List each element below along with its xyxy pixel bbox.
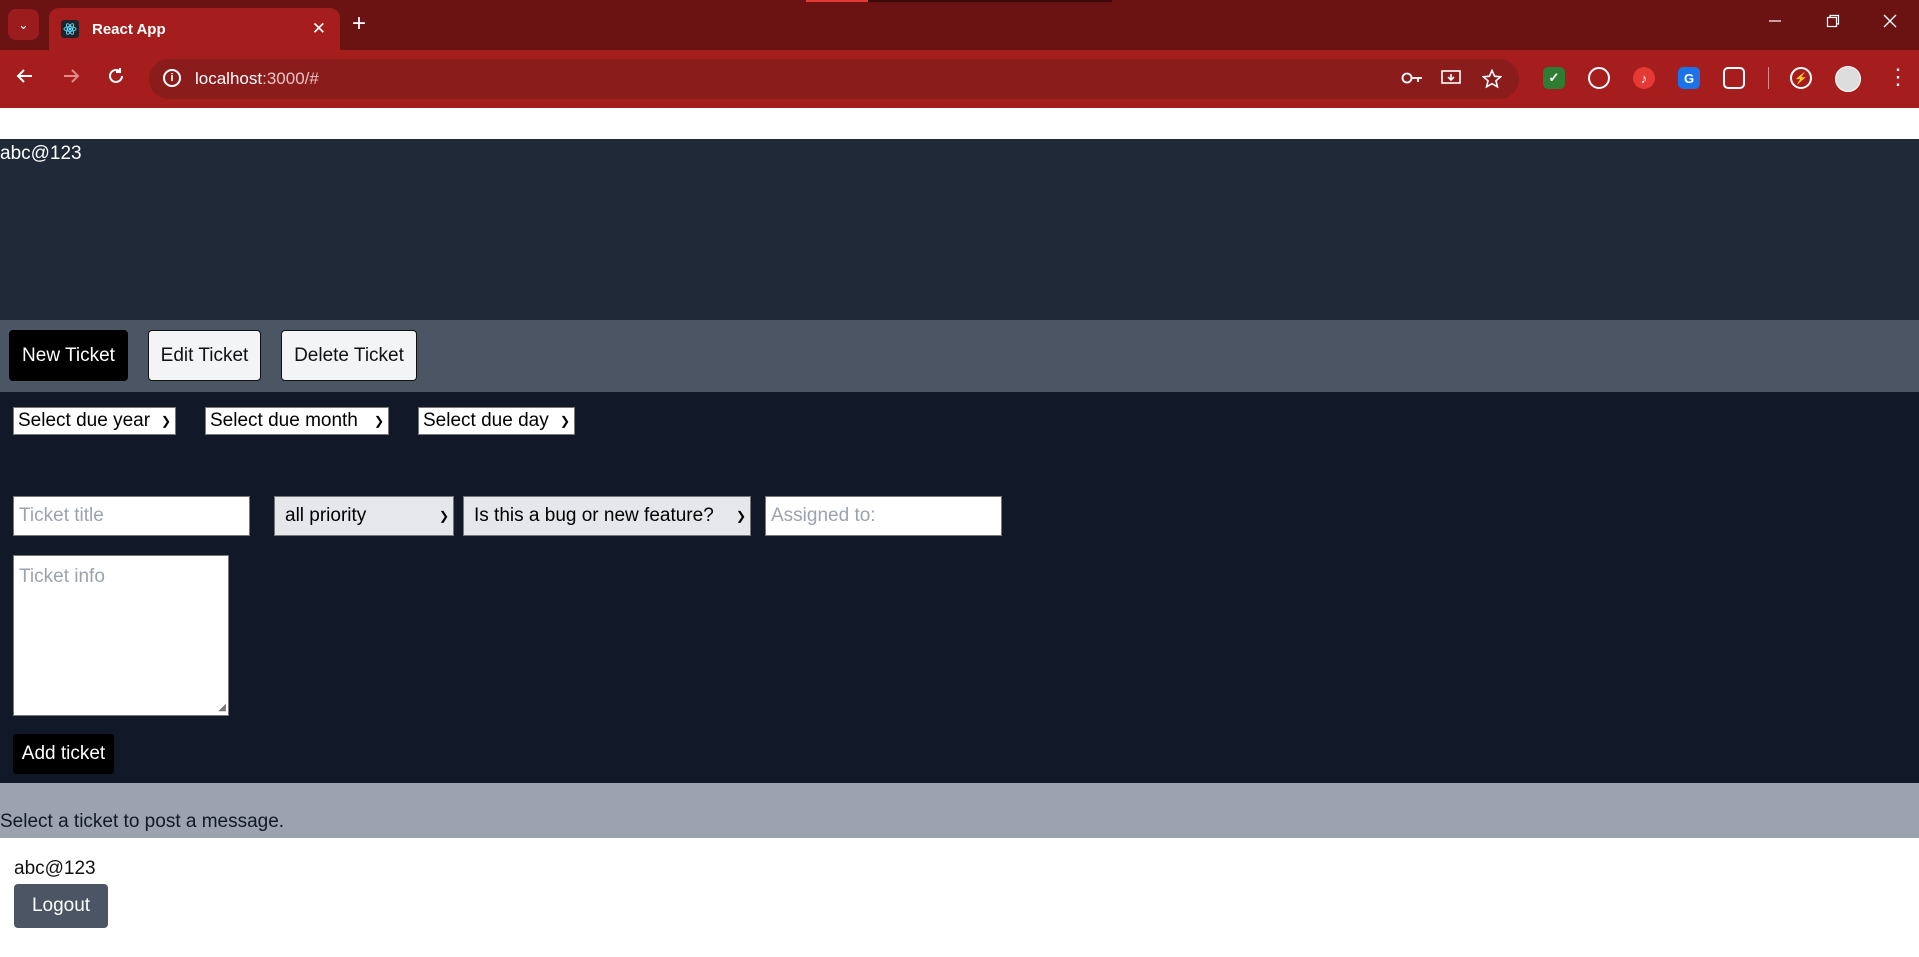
priority-select[interactable]: all priority ❯ [274, 496, 454, 536]
add-ticket-button[interactable]: Add ticket [13, 734, 114, 774]
new-tab-button[interactable]: + [352, 10, 366, 38]
install-app-icon[interactable] [1441, 69, 1461, 92]
chevron-down-icon: ❯ [559, 414, 570, 428]
site-info-icon[interactable]: i [163, 69, 181, 87]
due-year-select[interactable]: Select due year ❯ [13, 407, 176, 435]
due-day-select[interactable]: Select due day ❯ [418, 407, 575, 435]
address-bar[interactable]: i localhost:3000/# [149, 59, 1519, 99]
bookmark-star-icon[interactable] [1481, 68, 1503, 94]
titlebar-shadow [868, 0, 1112, 2]
more-menu-icon[interactable]: ⋮ [1887, 64, 1909, 90]
delete-ticket-button[interactable]: Delete Ticket [281, 330, 417, 381]
browser-titlebar: ⌄ React App ✕ + [0, 0, 1919, 50]
new-ticket-form: Select due year ❯ Select due month ❯ Selec… [0, 392, 1919, 783]
ticket-info-textarea[interactable]: Ticket info ◢ [13, 555, 229, 716]
puzzle-extensions-icon[interactable] [1723, 67, 1745, 89]
chevron-down-icon: ❯ [438, 509, 449, 523]
speed-extension-icon[interactable] [1588, 67, 1610, 89]
titlebar-accent [806, 0, 868, 2]
toolbar-separator [1768, 67, 1769, 89]
browser-toolbar: i localhost:3000/# ✓ ♪ G ⚡ ⋮ [0, 50, 1919, 108]
assigned-to-input[interactable]: Assigned to: [765, 496, 1002, 536]
header-username: abc@123 [0, 143, 82, 164]
tab-title: React App [92, 20, 166, 38]
chevron-down-icon: ❯ [160, 414, 171, 428]
tab-close-icon[interactable]: ✕ [312, 19, 326, 39]
message-band: Select a ticket to post a message. [0, 783, 1919, 838]
password-key-icon[interactable] [1401, 69, 1423, 92]
url-text: localhost:3000/# [195, 69, 319, 88]
chevron-down-icon: ❯ [735, 509, 746, 523]
music-extension-icon[interactable]: ♪ [1633, 67, 1655, 89]
tab-search-button[interactable]: ⌄ [8, 9, 39, 40]
restore-icon[interactable] [1826, 12, 1840, 33]
reload-icon[interactable] [107, 67, 125, 91]
chevron-down-icon: ⌄ [18, 16, 29, 32]
ticket-type-select[interactable]: Is this a bug or new feature? ❯ [463, 496, 751, 536]
logout-button[interactable]: Logout [14, 884, 108, 928]
react-favicon-icon [61, 20, 79, 38]
message-prompt: Select a ticket to post a message. [0, 811, 285, 832]
forward-icon[interactable] [62, 67, 80, 91]
new-ticket-button[interactable]: New Ticket [9, 330, 128, 381]
resize-handle-icon[interactable]: ◢ [218, 702, 226, 713]
performance-icon[interactable]: ⚡ [1790, 67, 1812, 89]
browser-tab[interactable]: React App ✕ [49, 8, 340, 50]
chevron-down-icon: ❯ [373, 414, 384, 428]
edit-ticket-button[interactable]: Edit Ticket [148, 330, 261, 381]
ticket-title-input[interactable]: Ticket title [13, 496, 250, 536]
window-close-icon[interactable] [1883, 12, 1897, 33]
minimize-icon[interactable] [1768, 12, 1782, 33]
page-top-strip [0, 108, 1919, 139]
shield-extension-icon[interactable]: ✓ [1543, 67, 1565, 89]
header-band: abc@123 [0, 139, 1919, 320]
due-month-select[interactable]: Select due month ❯ [205, 407, 389, 435]
translate-extension-icon[interactable]: G [1678, 67, 1700, 89]
profile-avatar[interactable] [1835, 66, 1861, 92]
ticket-actions-bar: New Ticket Edit Ticket Delete Ticket [0, 320, 1919, 392]
back-icon[interactable] [16, 67, 34, 91]
footer-username: abc@123 [14, 858, 96, 879]
